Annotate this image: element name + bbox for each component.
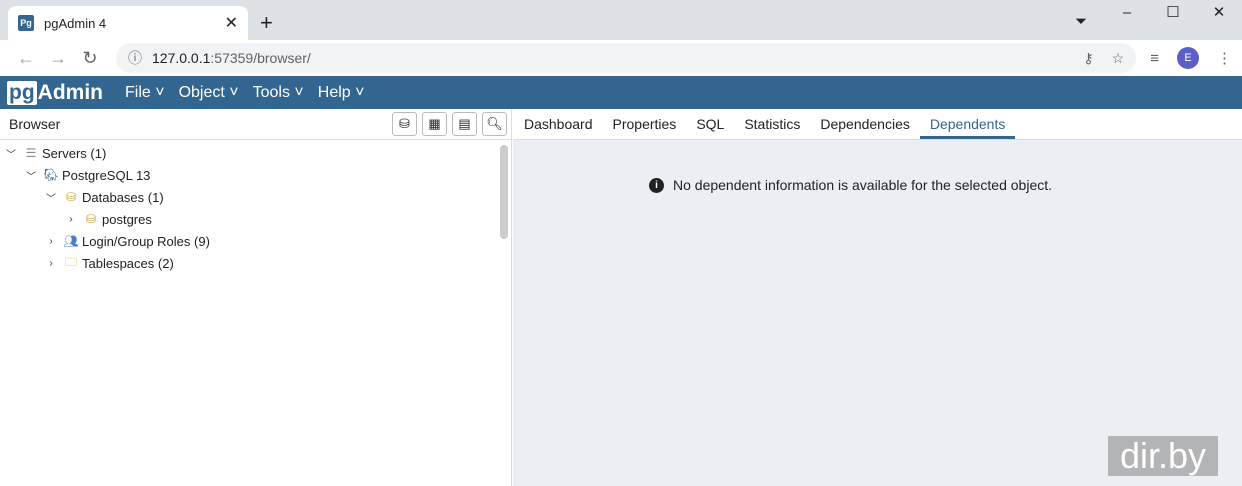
servers-icon: ☰ bbox=[25, 146, 37, 160]
chevron-right-icon[interactable]: › bbox=[45, 258, 57, 269]
reload-button[interactable]: ↻ bbox=[74, 48, 106, 69]
tab-title: pgAdmin 4 bbox=[44, 15, 107, 31]
tree-node-tablespaces[interactable]: › 🗀 Tablespaces (2) bbox=[0, 252, 511, 274]
filtered-rows-button[interactable]: ▤ bbox=[452, 112, 477, 136]
tree-scrollbar[interactable] bbox=[500, 145, 508, 239]
info-icon: i bbox=[649, 177, 664, 193]
info-icon[interactable]: ⓘ bbox=[128, 48, 142, 68]
tab-dependents[interactable]: Dependents bbox=[919, 109, 1016, 139]
star-icon[interactable]: ☆ bbox=[1112, 50, 1125, 67]
search-objects-button[interactable]: 🔍︎ bbox=[482, 112, 507, 136]
menu-object[interactable]: Object ˅ bbox=[179, 84, 239, 102]
query-tool-button[interactable]: ⛁ bbox=[392, 112, 417, 136]
view-data-button[interactable]: ▦ bbox=[422, 112, 447, 136]
info-message-text: No dependent information is available fo… bbox=[673, 177, 1053, 193]
media-icon[interactable]: ≡ bbox=[1150, 50, 1159, 67]
browser-panel: Browser ⛁ ▦ ▤ 🔍︎ ﹀ ☰ Servers (1) ﹀ 🐘︎ Postgr… bbox=[0, 109, 512, 486]
url-path: :57359/browser/ bbox=[210, 50, 311, 66]
tab-statistics[interactable]: Statistics bbox=[734, 109, 810, 139]
url-host: 127.0.0.1 bbox=[152, 50, 211, 66]
detail-panel: Dashboard Properties SQL Statistics Depe… bbox=[513, 109, 1242, 486]
chevron-down-icon[interactable]: ﹀ bbox=[25, 168, 37, 183]
tree-node-servers[interactable]: ﹀ ☰ Servers (1) bbox=[0, 142, 511, 164]
address-bar: ← → ↻ ⓘ 127.0.0.1:57359/browser/ ⚷ ☆ ≡ E… bbox=[0, 40, 1242, 76]
tree-node-server[interactable]: ﹀ 🐘︎ PostgreSQL 13 bbox=[0, 164, 511, 186]
info-message: i No dependent information is available … bbox=[649, 177, 1052, 193]
chevron-right-icon[interactable]: › bbox=[45, 236, 57, 247]
tab-properties[interactable]: Properties bbox=[603, 109, 687, 139]
browser-tabbar: Pg pgAdmin 4 ✕ + ⏷ – ☐ ✕ bbox=[0, 0, 1242, 40]
url-input[interactable]: ⓘ 127.0.0.1:57359/browser/ ⚷ ☆ bbox=[116, 43, 1137, 73]
panel-title: Browser bbox=[9, 116, 61, 132]
tree-node-databases[interactable]: ﹀ ⛁ Databases (1) bbox=[0, 186, 511, 208]
tablespace-icon: 🗀 bbox=[64, 254, 77, 269]
database-icon: ⛁ bbox=[65, 190, 77, 204]
postgres-icon: 🐘︎ bbox=[43, 168, 59, 182]
database-icon: ⛁ bbox=[85, 212, 97, 226]
menu-tools[interactable]: Tools ˅ bbox=[253, 84, 304, 102]
chevron-right-icon[interactable]: › bbox=[65, 214, 77, 225]
tab-dashboard[interactable]: Dashboard bbox=[514, 109, 603, 139]
object-tree: ﹀ ☰ Servers (1) ﹀ 🐘︎ PostgreSQL 13 ﹀ ⛁ Databas… bbox=[0, 140, 511, 274]
key-icon[interactable]: ⚷ bbox=[1083, 50, 1093, 67]
logo-pg: pg bbox=[7, 80, 37, 105]
pgadmin-logo: pg Admin bbox=[7, 80, 103, 105]
menu-help[interactable]: Help ˅ bbox=[318, 84, 365, 102]
menubar: pg Admin File ˅ Object ˅ Tools ˅ Help ˅ bbox=[0, 76, 1242, 109]
more-menu-icon[interactable]: ⋮ bbox=[1217, 49, 1232, 67]
browser-tab[interactable]: Pg pgAdmin 4 ✕ bbox=[8, 6, 248, 40]
pgadmin-favicon: Pg bbox=[18, 15, 34, 31]
roles-icon: 👥︎ bbox=[63, 234, 79, 248]
profile-menu-icon[interactable]: ⏷ bbox=[1058, 0, 1104, 44]
close-window-button[interactable]: ✕ bbox=[1196, 0, 1242, 44]
menu-file[interactable]: File ˅ bbox=[125, 84, 165, 102]
tree-node-postgres[interactable]: › ⛁ postgres bbox=[0, 208, 511, 230]
maximize-button[interactable]: ☐ bbox=[1150, 0, 1196, 44]
minimize-button[interactable]: – bbox=[1104, 0, 1150, 44]
chevron-down-icon[interactable]: ﹀ bbox=[45, 190, 57, 205]
tab-sql[interactable]: SQL bbox=[686, 109, 734, 139]
avatar[interactable]: E bbox=[1177, 47, 1199, 69]
back-button[interactable]: ← bbox=[10, 48, 42, 69]
tree-node-roles[interactable]: › 👥︎ Login/Group Roles (9) bbox=[0, 230, 511, 252]
watermark: dir.by bbox=[1108, 436, 1218, 476]
logo-text: Admin bbox=[37, 80, 103, 104]
close-tab-icon[interactable]: ✕ bbox=[225, 13, 238, 33]
new-tab-button[interactable]: + bbox=[260, 10, 273, 36]
chevron-down-icon[interactable]: ﹀ bbox=[5, 146, 17, 161]
forward-button[interactable]: → bbox=[42, 48, 74, 69]
tab-dependencies[interactable]: Dependencies bbox=[810, 109, 920, 139]
